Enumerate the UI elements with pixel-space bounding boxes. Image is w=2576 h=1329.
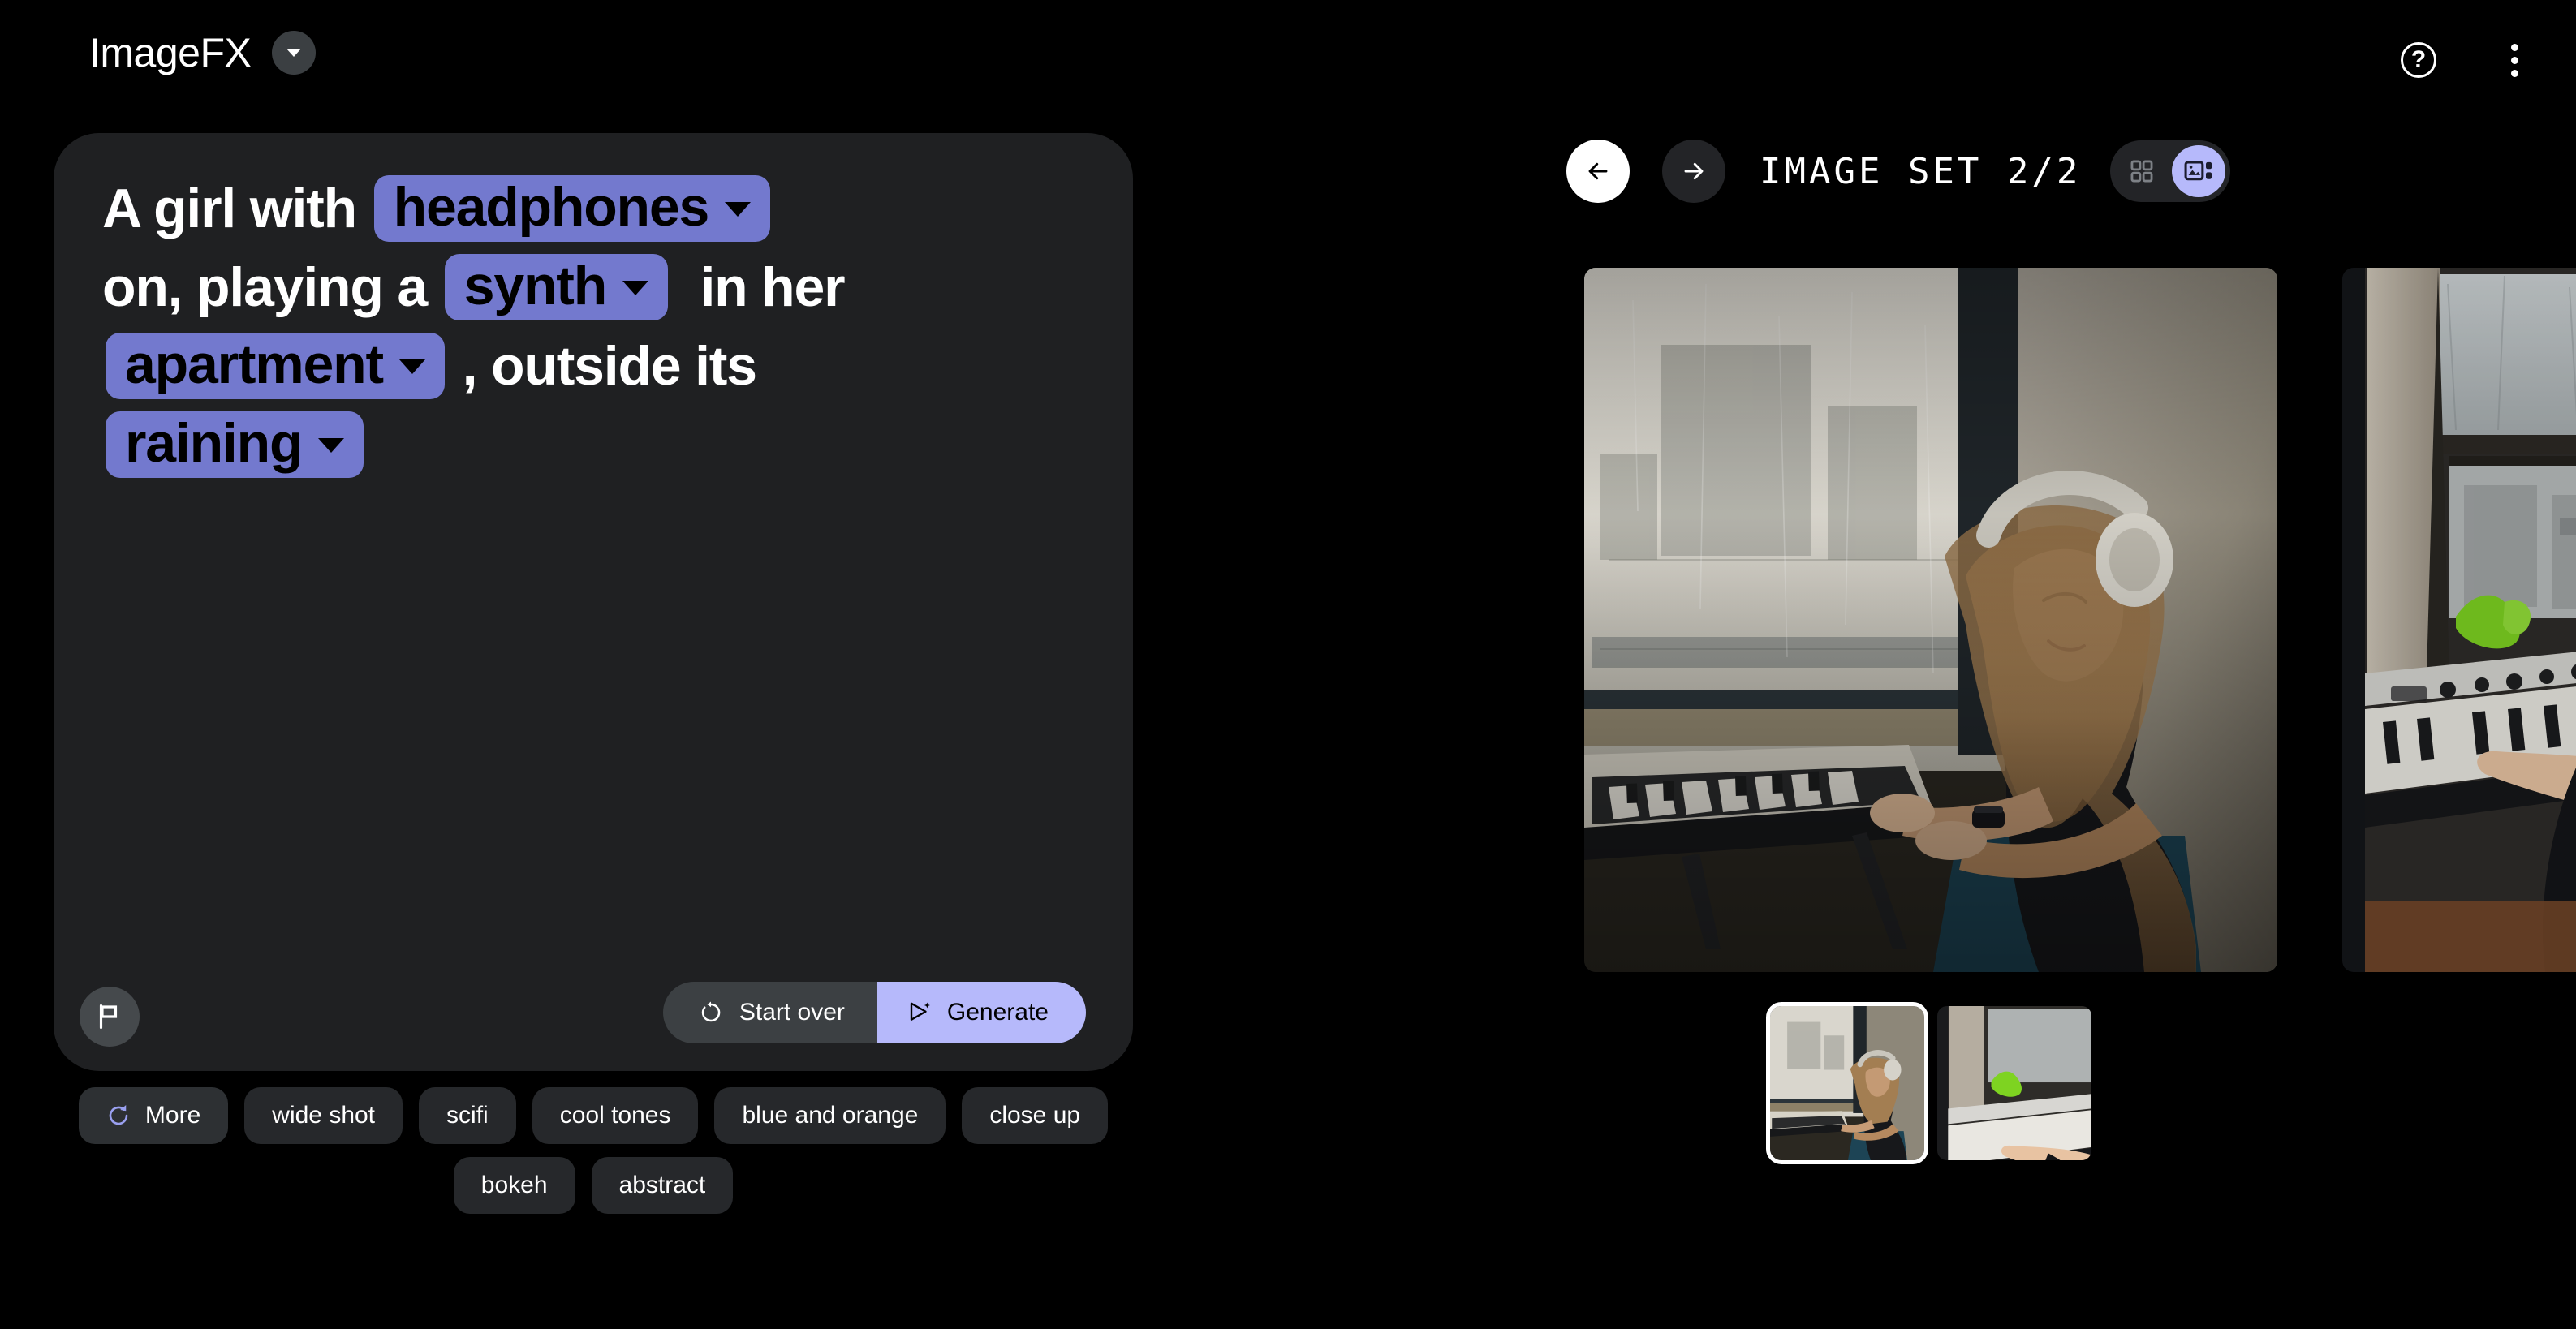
- chip-label: synth: [463, 255, 608, 316]
- grid-view-button[interactable]: [2115, 145, 2169, 197]
- thumbnail-art-2: [1937, 1006, 2091, 1160]
- gallery-panel: IMAGE SET 2/2: [1177, 0, 2576, 1329]
- prompt-line: raining: [102, 410, 1101, 480]
- main-image-art: [1584, 268, 2277, 972]
- prompt-line: on, playing a synth in her: [102, 252, 1101, 322]
- app-title: ImageFX: [89, 30, 252, 75]
- suggestion-chips: More wide shot scifi cool tones blue and…: [54, 1087, 1133, 1214]
- prompt-text[interactable]: A girl with headphones on, playing a syn…: [102, 174, 1101, 488]
- prompt-chip-synth[interactable]: synth: [444, 254, 669, 320]
- suggestion-label: wide shot: [272, 1102, 376, 1129]
- thumbnail-art-1: [1770, 1006, 1924, 1160]
- prompt-panel: A girl with headphones on, playing a syn…: [0, 122, 1177, 1329]
- prompt-line: apartment , outside its: [102, 331, 1101, 401]
- prompt-text-fragment: on, playing a: [102, 256, 442, 318]
- suggestion-chip-blue-and-orange[interactable]: blue and orange: [714, 1087, 946, 1144]
- view-mode-toggle: [2110, 140, 2231, 202]
- suggestion-row: bokeh abstract: [453, 1157, 734, 1214]
- arrow-left-icon: [1588, 162, 1608, 180]
- suggestion-label: blue and orange: [742, 1102, 919, 1129]
- detail-view-icon: [2184, 161, 2212, 181]
- generate-label: Generate: [946, 999, 1049, 1026]
- suggestion-label: close up: [989, 1102, 1081, 1129]
- start-over-button[interactable]: Start over: [662, 982, 877, 1043]
- next-image-preview[interactable]: [2342, 268, 2576, 972]
- prompt-text-fragment: A girl with: [102, 178, 371, 239]
- prompt-chip-apartment[interactable]: apartment: [106, 333, 445, 399]
- prompt-line: A girl with headphones: [102, 174, 1101, 243]
- chevron-down-icon: [318, 438, 345, 453]
- suggestion-label: abstract: [618, 1172, 706, 1198]
- flag-icon: [99, 1004, 118, 1030]
- thumbnail-item-1[interactable]: [1766, 1002, 1928, 1164]
- start-over-label: Start over: [739, 999, 845, 1026]
- restart-icon: [701, 1001, 721, 1022]
- chip-label: apartment: [125, 333, 384, 395]
- prompt-card[interactable]: A girl with headphones on, playing a syn…: [54, 133, 1133, 1071]
- chip-label: raining: [125, 412, 303, 474]
- suggestion-row: More wide shot scifi cool tones blue and…: [78, 1087, 1109, 1144]
- chevron-down-icon: [622, 281, 649, 295]
- chip-label: headphones: [393, 176, 710, 238]
- prompt-actions: Start over Generate: [662, 982, 1086, 1043]
- prompt-chip-raining[interactable]: raining: [106, 411, 364, 478]
- grid-view-icon: [2130, 160, 2153, 183]
- report-flag-button[interactable]: [80, 987, 140, 1047]
- gallery-header: IMAGE SET 2/2: [1566, 140, 2231, 203]
- suggestion-label: bokeh: [480, 1172, 548, 1198]
- suggestion-chip-wide-shot[interactable]: wide shot: [244, 1087, 403, 1144]
- thumbnail-item-2[interactable]: [1937, 1006, 2091, 1160]
- prompt-text-fragment: in her: [671, 256, 845, 318]
- next-image-art: [2342, 268, 2576, 972]
- arrow-right-icon: [1684, 162, 1704, 180]
- suggestion-chip-scifi[interactable]: scifi: [419, 1087, 516, 1144]
- detail-view-button[interactable]: [2172, 145, 2226, 197]
- suggestion-chip-close-up[interactable]: close up: [962, 1087, 1109, 1144]
- suggestion-label: More: [144, 1102, 201, 1129]
- refresh-icon: [109, 1105, 128, 1125]
- image-set-label: IMAGE SET 2/2: [1760, 150, 2082, 192]
- suggestion-more-button[interactable]: More: [78, 1087, 229, 1144]
- image-viewer: [1177, 268, 2576, 972]
- previous-set-button[interactable]: [1566, 140, 1630, 203]
- prompt-text-fragment: , outside its: [447, 335, 757, 397]
- brand: ImageFX: [89, 30, 317, 75]
- main-image[interactable]: [1584, 268, 2277, 972]
- chevron-down-icon: [286, 49, 302, 57]
- send-sparkle-icon: [910, 1002, 930, 1021]
- prompt-chip-headphones[interactable]: headphones: [373, 175, 771, 242]
- chevron-down-icon: [725, 202, 752, 217]
- brand-dropdown-button[interactable]: [272, 31, 317, 75]
- suggestion-chip-bokeh[interactable]: bokeh: [453, 1157, 575, 1214]
- next-set-button[interactable]: [1662, 140, 1725, 203]
- thumbnail-strip: [1584, 1002, 2277, 1164]
- generate-button[interactable]: Generate: [877, 982, 1086, 1043]
- suggestion-chip-abstract[interactable]: abstract: [591, 1157, 734, 1214]
- suggestion-label: scifi: [446, 1102, 489, 1129]
- suggestion-chip-cool-tones[interactable]: cool tones: [532, 1087, 699, 1144]
- chevron-down-icon: [398, 359, 425, 374]
- suggestion-label: cool tones: [559, 1102, 671, 1129]
